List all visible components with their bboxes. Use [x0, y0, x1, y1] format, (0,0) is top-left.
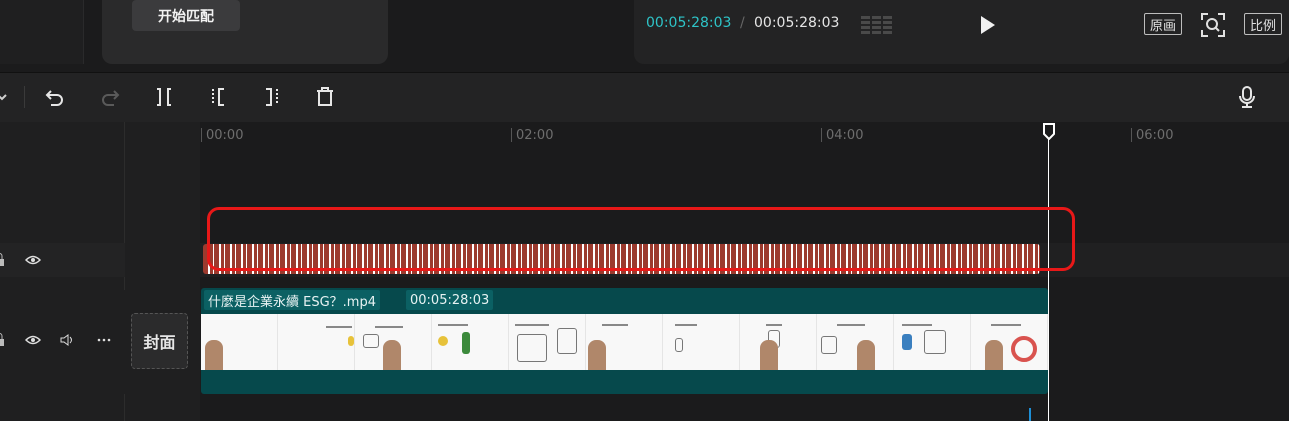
original-quality-button[interactable]: 原画	[1144, 13, 1182, 35]
video-thumbnail	[278, 314, 355, 370]
total-timecode: 00:05:28:03	[754, 15, 840, 31]
video-thumbnail	[432, 314, 509, 370]
toolbar-divider	[24, 86, 25, 108]
ruler-tick	[821, 128, 822, 142]
split-icon[interactable]	[152, 85, 176, 109]
video-thumbnail	[740, 314, 817, 370]
delete-icon[interactable]	[313, 85, 337, 109]
redo-icon[interactable]	[98, 85, 122, 109]
undo-icon[interactable]	[43, 85, 67, 109]
eye-icon[interactable]	[25, 333, 41, 347]
video-clip-duration: 00:05:28:03	[406, 290, 494, 310]
video-thumbnail	[663, 314, 740, 370]
player-panel	[634, 0, 1289, 64]
waveform-icon[interactable]	[860, 14, 894, 36]
timecode-separator: /	[740, 15, 745, 31]
volume-icon[interactable]	[60, 333, 76, 347]
trim-right-icon[interactable]	[260, 85, 284, 109]
time-ruler[interactable]	[200, 122, 1289, 148]
video-thumbnail	[817, 314, 894, 370]
timeline-toolbar	[0, 72, 1289, 122]
video-thumbnail	[586, 314, 663, 370]
microphone-icon[interactable]	[1235, 85, 1259, 109]
ruler-label: 00:00	[206, 128, 244, 143]
video-thumbnail	[971, 314, 1048, 370]
video-thumbnail	[894, 314, 971, 370]
video-thumbnail	[201, 314, 278, 370]
ruler-label: 02:00	[516, 128, 554, 143]
playhead-handle[interactable]	[1043, 123, 1055, 140]
start-match-button[interactable]: 开始匹配	[132, 0, 240, 31]
subtitle-track-header	[0, 243, 125, 277]
lock-icon[interactable]	[0, 333, 10, 347]
more-icon[interactable]	[96, 333, 112, 347]
ruler-label: 04:00	[826, 128, 864, 143]
dropdown-icon[interactable]	[0, 85, 16, 109]
playhead[interactable]	[1048, 134, 1049, 421]
play-icon[interactable]	[978, 14, 998, 36]
ruler-tick	[1131, 128, 1132, 142]
track-marker	[1029, 408, 1031, 421]
video-thumbnail	[509, 314, 586, 370]
video-clip-name: 什麼是企業永續 ESG？.mp4	[204, 290, 380, 310]
video-thumbnail	[355, 314, 432, 370]
eye-icon[interactable]	[25, 253, 41, 267]
current-timecode: 00:05:28:03	[646, 15, 732, 31]
lock-icon[interactable]	[0, 253, 10, 267]
highlight-annotation	[207, 207, 1075, 271]
ruler-tick	[201, 128, 202, 142]
trim-left-icon[interactable]	[206, 85, 230, 109]
ruler-tick	[511, 128, 512, 142]
left-panel	[0, 0, 84, 64]
ruler-label: 06:00	[1136, 128, 1174, 143]
cover-button[interactable]: 封面	[131, 313, 188, 369]
fullscreen-icon[interactable]	[1200, 12, 1226, 38]
ratio-button[interactable]: 比例	[1244, 13, 1282, 35]
video-thumbnails	[201, 314, 1048, 370]
cover-column	[125, 122, 200, 421]
